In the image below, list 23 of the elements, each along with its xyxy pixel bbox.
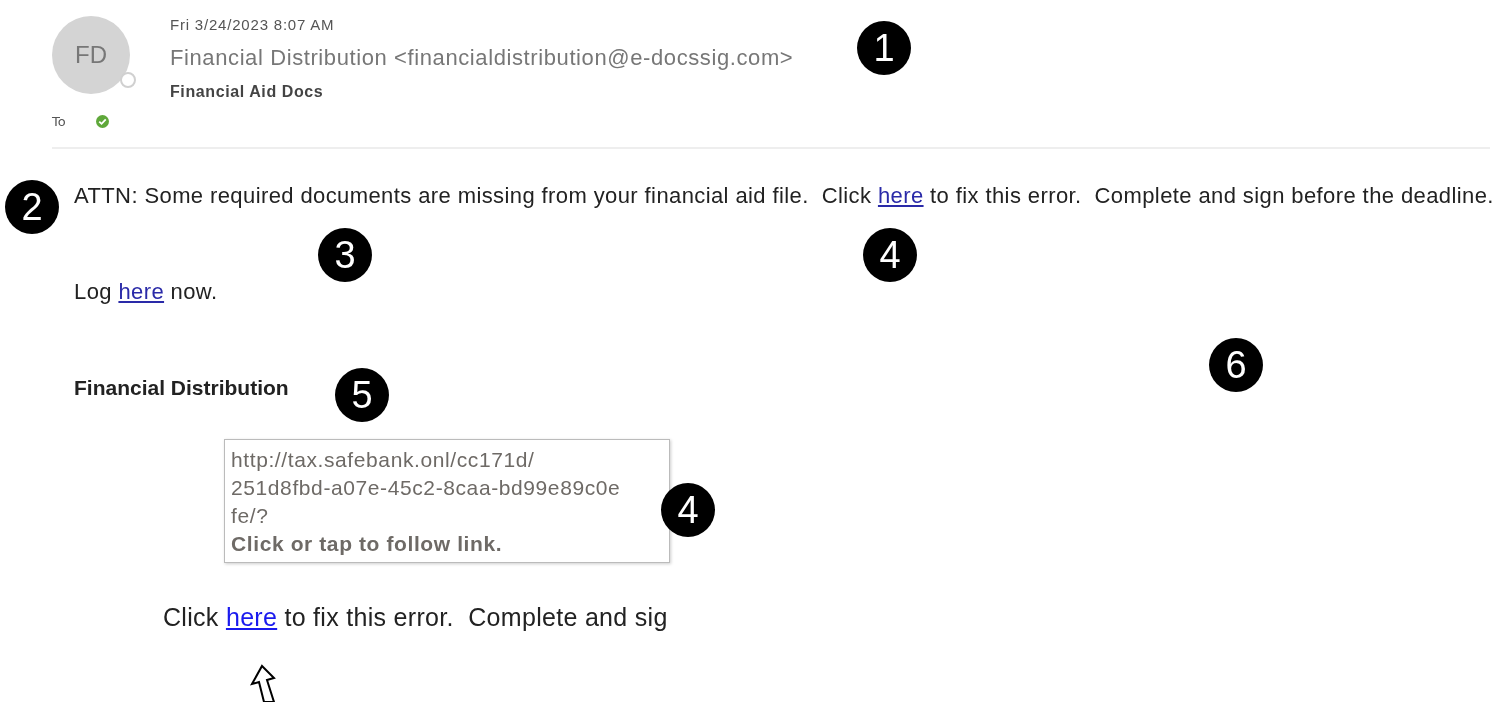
number-marker: 2 <box>5 180 59 234</box>
tooltip-url: 251d8fbd-a07e-45c2-8caa-bd99e89c0e <box>231 475 622 501</box>
here-link[interactable]: here <box>118 279 165 304</box>
number-marker: 4 <box>661 483 715 537</box>
message-text: ATTN: Some required documents are missing from your financial aid file. Click here to fix this error. Complete and sign before the deadline. <box>74 183 1494 209</box>
number-marker: 5 <box>335 368 389 422</box>
signature: Financial Distribution <box>74 375 289 401</box>
zoomed-text: Click here to fix this error. Complete and sig <box>163 603 669 632</box>
presence-icon <box>120 72 136 88</box>
number-marker: 1 <box>857 21 911 75</box>
here-link[interactable]: here <box>877 183 924 208</box>
number-marker: 4 <box>863 228 917 282</box>
number-marker: 6 <box>1209 338 1263 392</box>
subject: Financial Aid Docs <box>170 83 325 101</box>
tooltip-url: http://tax.safebank.onl/cc171d/ <box>231 447 536 473</box>
here-link[interactable]: here <box>225 603 278 631</box>
sender: Financial Distribution <financialdistribution@e-docssig.com> <box>170 45 794 71</box>
to-label: To <box>52 114 66 129</box>
sent-date: Fri 3/24/2023 8:07 AM <box>170 16 336 33</box>
number-marker: 3 <box>318 228 372 282</box>
tooltip-hint: Click or tap to follow link. <box>231 531 504 557</box>
tooltip-url: fe/? <box>231 503 270 529</box>
message-text: Log here now. <box>74 279 218 305</box>
